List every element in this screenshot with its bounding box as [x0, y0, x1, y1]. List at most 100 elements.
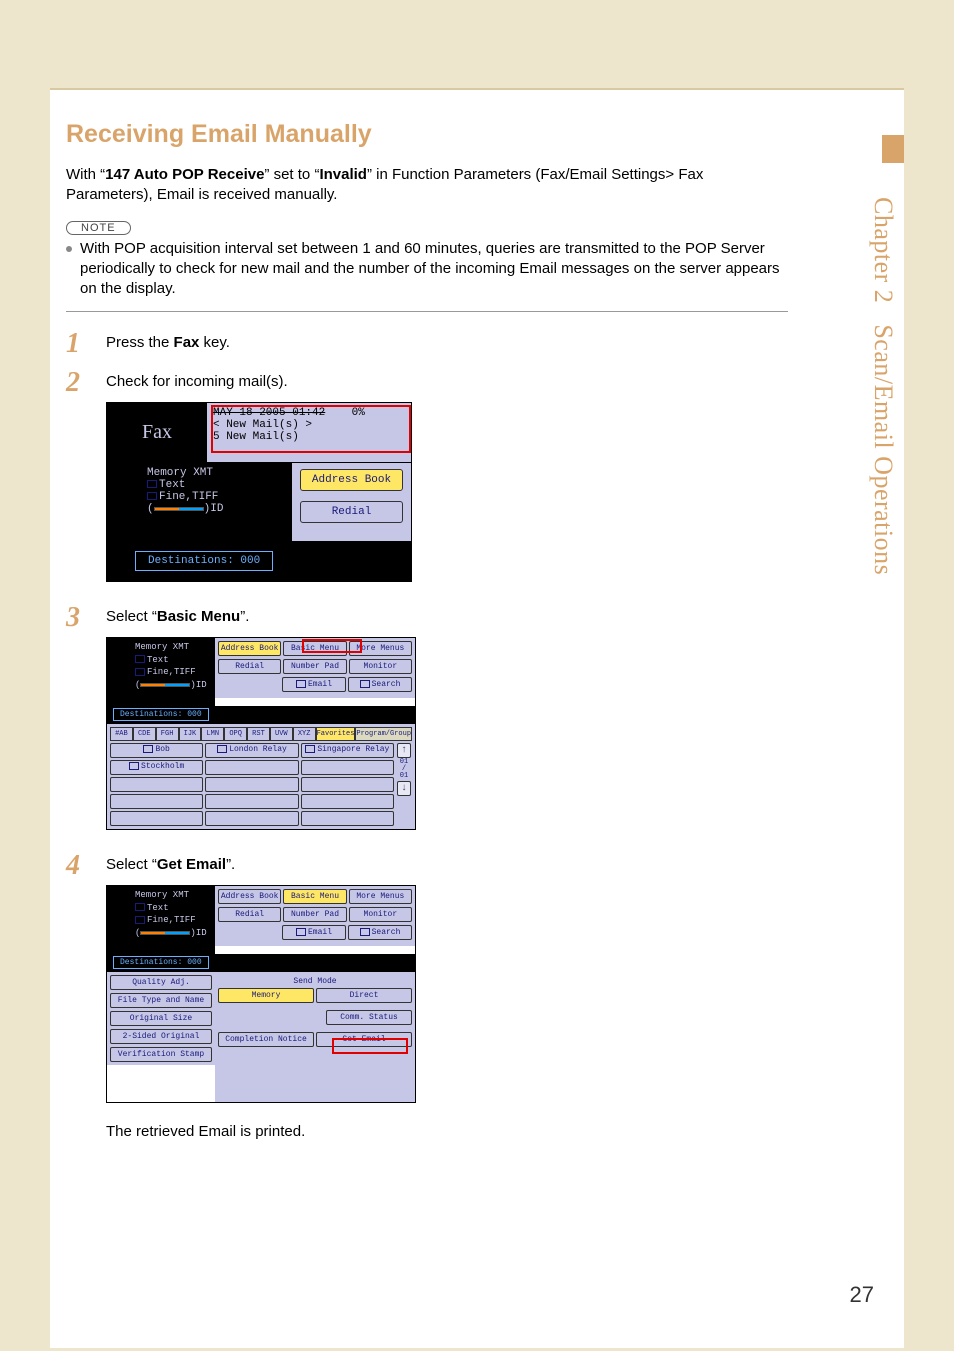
- grid-icon: [135, 668, 145, 676]
- tab[interactable]: XYZ: [293, 727, 316, 741]
- contact-empty[interactable]: [301, 777, 394, 792]
- figure-basic-menu: Memory XMT Text Fine,TIFF ()ID Address B…: [106, 637, 416, 830]
- email-button[interactable]: Email: [282, 677, 346, 692]
- search-button[interactable]: Search: [348, 925, 412, 940]
- meter: [140, 931, 190, 935]
- content: Receiving Email Manually With “147 Auto …: [50, 90, 840, 1148]
- mail-icon: [217, 745, 227, 753]
- destinations-box: Destinations: 000: [113, 956, 209, 969]
- step-num: 4: [66, 852, 106, 880]
- mode-text: Text: [147, 479, 292, 491]
- tab[interactable]: IJK: [179, 727, 202, 741]
- more-menus-button[interactable]: More Menus: [349, 889, 412, 904]
- scroll-up-button[interactable]: ↑: [397, 743, 411, 758]
- basic-menu-button[interactable]: Basic Menu: [283, 889, 346, 904]
- contact-item[interactable]: Bob: [110, 743, 203, 758]
- contact-empty[interactable]: [110, 777, 203, 792]
- mail-icon: [305, 745, 315, 753]
- step-4: 4 Select “Get Email”. Memory XMT Text Fi…: [66, 852, 788, 1148]
- redial-button[interactable]: Redial: [300, 501, 403, 523]
- step-num: 3: [66, 604, 106, 632]
- contact-empty[interactable]: [205, 794, 298, 809]
- contact-item[interactable]: Singapore Relay: [301, 743, 394, 758]
- contact-empty[interactable]: [301, 794, 394, 809]
- destinations-box: Destinations: 000: [113, 708, 209, 721]
- contact-empty[interactable]: [110, 811, 203, 826]
- search-button[interactable]: Search: [348, 677, 412, 692]
- contact-empty[interactable]: [301, 811, 394, 826]
- side-section: Scan/Email Operations: [869, 324, 898, 575]
- tab[interactable]: #AB: [110, 727, 133, 741]
- step-4-tail: The retrieved Email is printed.: [106, 1123, 788, 1140]
- destinations-box: Destinations: 000: [135, 551, 273, 571]
- email-button[interactable]: Email: [282, 925, 346, 940]
- contact-empty[interactable]: [205, 777, 298, 792]
- side-chapter: Chapter 2: [869, 197, 898, 303]
- address-book-button[interactable]: Address Book: [218, 641, 281, 656]
- contact-empty[interactable]: [301, 760, 394, 775]
- figure-fax-panel: Fax MAY 18 2005 01:42 0% < New Mail(s) >…: [106, 402, 412, 582]
- fine-tiff: Fine,TIFF: [147, 491, 292, 503]
- tab[interactable]: FGH: [156, 727, 179, 741]
- address-book-button[interactable]: Address Book: [300, 469, 403, 491]
- step-1-text: Press the Fax key.: [106, 334, 788, 351]
- number-pad-button[interactable]: Number Pad: [283, 907, 346, 922]
- send-mode-label: Send Mode: [218, 977, 412, 986]
- step-2: 2 Check for incoming mail(s). Fax MAY 18…: [66, 369, 788, 594]
- tab-program-group[interactable]: Program/Group: [355, 727, 412, 741]
- verification-stamp-button[interactable]: Verification Stamp: [110, 1047, 212, 1062]
- original-size-button[interactable]: Original Size: [110, 1011, 212, 1026]
- redial-button[interactable]: Redial: [218, 659, 281, 674]
- text-icon: [135, 655, 145, 663]
- contact-item[interactable]: Stockholm: [110, 760, 203, 775]
- search-icon: [360, 680, 370, 688]
- contact-item[interactable]: London Relay: [205, 743, 298, 758]
- direct-button[interactable]: Direct: [316, 988, 412, 1003]
- step-4-text: Select “Get Email”.: [106, 856, 788, 873]
- redial-button[interactable]: Redial: [218, 907, 281, 922]
- contact-empty[interactable]: [110, 794, 203, 809]
- grid-icon: [147, 492, 157, 500]
- id-meter: ()ID: [147, 503, 292, 515]
- step-num: 1: [66, 330, 106, 358]
- page-number: 27: [850, 1282, 874, 1308]
- page-heading: Receiving Email Manually: [66, 120, 788, 149]
- highlight-box: [211, 405, 411, 453]
- monitor-button[interactable]: Monitor: [349, 907, 412, 922]
- page: Chapter 2 Scan/Email Operations Receivin…: [50, 88, 904, 1348]
- contact-empty[interactable]: [205, 811, 298, 826]
- scroll-indicator: 01 / 01: [400, 759, 408, 780]
- scroll-down-button[interactable]: ↓: [397, 781, 411, 796]
- text-icon: [135, 903, 145, 911]
- memory-xmt: Memory XMT: [135, 641, 215, 654]
- tab[interactable]: CDE: [133, 727, 156, 741]
- tab[interactable]: UVW: [270, 727, 293, 741]
- mail-icon: [296, 680, 306, 688]
- tab[interactable]: LMN: [201, 727, 224, 741]
- tab[interactable]: RST: [247, 727, 270, 741]
- file-type-name-button[interactable]: File Type and Name: [110, 993, 212, 1008]
- number-pad-button[interactable]: Number Pad: [283, 659, 346, 674]
- monitor-button[interactable]: Monitor: [349, 659, 412, 674]
- grid-icon: [135, 916, 145, 924]
- mail-icon: [296, 928, 306, 936]
- highlight-box: [302, 639, 362, 653]
- text-icon: [147, 480, 157, 488]
- side-tab: Chapter 2 Scan/Email Operations: [862, 135, 904, 775]
- tab-favorites[interactable]: Favorites: [316, 727, 356, 741]
- note-badge: NOTE: [66, 221, 131, 235]
- step-1: 1 Press the Fax key.: [66, 330, 788, 359]
- side-accent: [882, 135, 904, 163]
- side-chapter-text: Chapter 2 Scan/Email Operations: [868, 197, 898, 575]
- contact-empty[interactable]: [205, 760, 298, 775]
- search-icon: [360, 928, 370, 936]
- alpha-tabs: #AB CDE FGH IJK LMN OPQ RST UVW XYZ Favo…: [110, 727, 412, 741]
- quality-adj-button[interactable]: Quality Adj.: [110, 975, 212, 990]
- address-book-button[interactable]: Address Book: [218, 889, 281, 904]
- memory-button[interactable]: Memory: [218, 988, 314, 1003]
- tab[interactable]: OPQ: [224, 727, 247, 741]
- completion-notice-button[interactable]: Completion Notice: [218, 1032, 314, 1047]
- two-sided-button[interactable]: 2-Sided Original: [110, 1029, 212, 1044]
- comm-status-button[interactable]: Comm. Status: [326, 1010, 412, 1025]
- fax-icon: [129, 762, 139, 770]
